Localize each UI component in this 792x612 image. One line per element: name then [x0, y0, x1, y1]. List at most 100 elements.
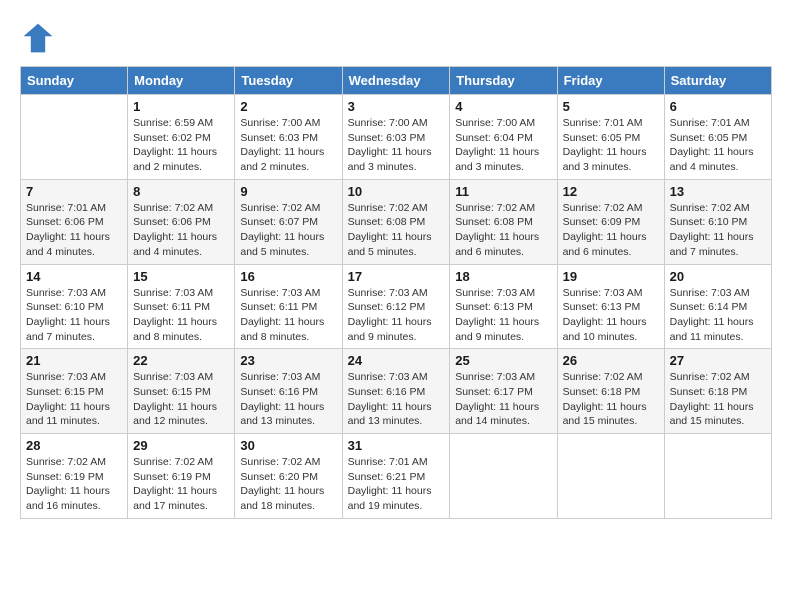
calendar-cell: 17 Sunrise: 7:03 AMSunset: 6:12 PMDaylig… [342, 264, 450, 349]
calendar-cell: 28 Sunrise: 7:02 AMSunset: 6:19 PMDaylig… [21, 434, 128, 519]
logo-icon [20, 20, 56, 56]
day-detail: Sunrise: 7:02 AMSunset: 6:06 PMDaylight:… [133, 201, 229, 260]
day-number: 16 [240, 269, 336, 284]
weekday-header-wednesday: Wednesday [342, 67, 450, 95]
day-number: 6 [670, 99, 766, 114]
calendar-cell: 24 Sunrise: 7:03 AMSunset: 6:16 PMDaylig… [342, 349, 450, 434]
calendar-cell: 12 Sunrise: 7:02 AMSunset: 6:09 PMDaylig… [557, 179, 664, 264]
calendar-cell: 10 Sunrise: 7:02 AMSunset: 6:08 PMDaylig… [342, 179, 450, 264]
day-detail: Sunrise: 7:02 AMSunset: 6:08 PMDaylight:… [348, 201, 445, 260]
calendar-table: SundayMondayTuesdayWednesdayThursdayFrid… [20, 66, 772, 519]
day-detail: Sunrise: 7:03 AMSunset: 6:15 PMDaylight:… [133, 370, 229, 429]
day-number: 8 [133, 184, 229, 199]
day-detail: Sunrise: 7:01 AMSunset: 6:06 PMDaylight:… [26, 201, 122, 260]
calendar-cell: 26 Sunrise: 7:02 AMSunset: 6:18 PMDaylig… [557, 349, 664, 434]
day-number: 19 [563, 269, 659, 284]
page-header [20, 20, 772, 56]
day-detail: Sunrise: 7:00 AMSunset: 6:04 PMDaylight:… [455, 116, 551, 175]
weekday-header-row: SundayMondayTuesdayWednesdayThursdayFrid… [21, 67, 772, 95]
day-detail: Sunrise: 7:02 AMSunset: 6:20 PMDaylight:… [240, 455, 336, 514]
calendar-cell: 9 Sunrise: 7:02 AMSunset: 6:07 PMDayligh… [235, 179, 342, 264]
day-detail: Sunrise: 7:03 AMSunset: 6:16 PMDaylight:… [348, 370, 445, 429]
calendar-cell: 15 Sunrise: 7:03 AMSunset: 6:11 PMDaylig… [128, 264, 235, 349]
calendar-cell: 31 Sunrise: 7:01 AMSunset: 6:21 PMDaylig… [342, 434, 450, 519]
weekday-header-tuesday: Tuesday [235, 67, 342, 95]
day-number: 7 [26, 184, 122, 199]
day-detail: Sunrise: 7:01 AMSunset: 6:05 PMDaylight:… [670, 116, 766, 175]
day-detail: Sunrise: 7:03 AMSunset: 6:13 PMDaylight:… [455, 286, 551, 345]
calendar-cell [557, 434, 664, 519]
day-number: 29 [133, 438, 229, 453]
calendar-cell: 18 Sunrise: 7:03 AMSunset: 6:13 PMDaylig… [450, 264, 557, 349]
day-detail: Sunrise: 7:02 AMSunset: 6:07 PMDaylight:… [240, 201, 336, 260]
day-detail: Sunrise: 7:03 AMSunset: 6:13 PMDaylight:… [563, 286, 659, 345]
week-row-4: 21 Sunrise: 7:03 AMSunset: 6:15 PMDaylig… [21, 349, 772, 434]
week-row-5: 28 Sunrise: 7:02 AMSunset: 6:19 PMDaylig… [21, 434, 772, 519]
day-number: 11 [455, 184, 551, 199]
calendar-cell: 20 Sunrise: 7:03 AMSunset: 6:14 PMDaylig… [664, 264, 771, 349]
calendar-cell: 6 Sunrise: 7:01 AMSunset: 6:05 PMDayligh… [664, 95, 771, 180]
calendar-cell: 11 Sunrise: 7:02 AMSunset: 6:08 PMDaylig… [450, 179, 557, 264]
day-number: 3 [348, 99, 445, 114]
calendar-cell: 7 Sunrise: 7:01 AMSunset: 6:06 PMDayligh… [21, 179, 128, 264]
weekday-header-saturday: Saturday [664, 67, 771, 95]
day-detail: Sunrise: 7:02 AMSunset: 6:08 PMDaylight:… [455, 201, 551, 260]
day-detail: Sunrise: 7:03 AMSunset: 6:12 PMDaylight:… [348, 286, 445, 345]
calendar-cell: 27 Sunrise: 7:02 AMSunset: 6:18 PMDaylig… [664, 349, 771, 434]
day-detail: Sunrise: 7:00 AMSunset: 6:03 PMDaylight:… [348, 116, 445, 175]
day-number: 21 [26, 353, 122, 368]
week-row-3: 14 Sunrise: 7:03 AMSunset: 6:10 PMDaylig… [21, 264, 772, 349]
day-number: 30 [240, 438, 336, 453]
day-number: 2 [240, 99, 336, 114]
weekday-header-thursday: Thursday [450, 67, 557, 95]
logo [20, 20, 60, 56]
calendar-cell: 29 Sunrise: 7:02 AMSunset: 6:19 PMDaylig… [128, 434, 235, 519]
calendar-cell: 1 Sunrise: 6:59 AMSunset: 6:02 PMDayligh… [128, 95, 235, 180]
week-row-1: 1 Sunrise: 6:59 AMSunset: 6:02 PMDayligh… [21, 95, 772, 180]
day-number: 25 [455, 353, 551, 368]
day-detail: Sunrise: 7:02 AMSunset: 6:19 PMDaylight:… [26, 455, 122, 514]
day-number: 28 [26, 438, 122, 453]
day-detail: Sunrise: 7:03 AMSunset: 6:16 PMDaylight:… [240, 370, 336, 429]
calendar-cell: 13 Sunrise: 7:02 AMSunset: 6:10 PMDaylig… [664, 179, 771, 264]
day-detail: Sunrise: 7:02 AMSunset: 6:18 PMDaylight:… [563, 370, 659, 429]
day-number: 20 [670, 269, 766, 284]
day-number: 17 [348, 269, 445, 284]
day-number: 14 [26, 269, 122, 284]
calendar-cell [21, 95, 128, 180]
calendar-cell: 8 Sunrise: 7:02 AMSunset: 6:06 PMDayligh… [128, 179, 235, 264]
calendar-cell: 25 Sunrise: 7:03 AMSunset: 6:17 PMDaylig… [450, 349, 557, 434]
day-detail: Sunrise: 7:02 AMSunset: 6:09 PMDaylight:… [563, 201, 659, 260]
day-number: 5 [563, 99, 659, 114]
day-detail: Sunrise: 7:01 AMSunset: 6:21 PMDaylight:… [348, 455, 445, 514]
day-detail: Sunrise: 7:03 AMSunset: 6:14 PMDaylight:… [670, 286, 766, 345]
calendar-cell: 2 Sunrise: 7:00 AMSunset: 6:03 PMDayligh… [235, 95, 342, 180]
day-number: 4 [455, 99, 551, 114]
calendar-cell: 5 Sunrise: 7:01 AMSunset: 6:05 PMDayligh… [557, 95, 664, 180]
day-detail: Sunrise: 7:03 AMSunset: 6:11 PMDaylight:… [240, 286, 336, 345]
calendar-cell: 14 Sunrise: 7:03 AMSunset: 6:10 PMDaylig… [21, 264, 128, 349]
calendar-cell: 21 Sunrise: 7:03 AMSunset: 6:15 PMDaylig… [21, 349, 128, 434]
day-number: 22 [133, 353, 229, 368]
day-number: 13 [670, 184, 766, 199]
day-number: 27 [670, 353, 766, 368]
weekday-header-friday: Friday [557, 67, 664, 95]
day-number: 23 [240, 353, 336, 368]
calendar-cell: 22 Sunrise: 7:03 AMSunset: 6:15 PMDaylig… [128, 349, 235, 434]
day-detail: Sunrise: 7:03 AMSunset: 6:15 PMDaylight:… [26, 370, 122, 429]
calendar-cell: 23 Sunrise: 7:03 AMSunset: 6:16 PMDaylig… [235, 349, 342, 434]
day-number: 1 [133, 99, 229, 114]
day-detail: Sunrise: 6:59 AMSunset: 6:02 PMDaylight:… [133, 116, 229, 175]
day-detail: Sunrise: 7:02 AMSunset: 6:10 PMDaylight:… [670, 201, 766, 260]
day-detail: Sunrise: 7:00 AMSunset: 6:03 PMDaylight:… [240, 116, 336, 175]
calendar-cell: 19 Sunrise: 7:03 AMSunset: 6:13 PMDaylig… [557, 264, 664, 349]
week-row-2: 7 Sunrise: 7:01 AMSunset: 6:06 PMDayligh… [21, 179, 772, 264]
calendar-cell: 16 Sunrise: 7:03 AMSunset: 6:11 PMDaylig… [235, 264, 342, 349]
day-number: 10 [348, 184, 445, 199]
calendar-cell [450, 434, 557, 519]
weekday-header-sunday: Sunday [21, 67, 128, 95]
day-detail: Sunrise: 7:02 AMSunset: 6:19 PMDaylight:… [133, 455, 229, 514]
calendar-cell: 3 Sunrise: 7:00 AMSunset: 6:03 PMDayligh… [342, 95, 450, 180]
day-detail: Sunrise: 7:01 AMSunset: 6:05 PMDaylight:… [563, 116, 659, 175]
weekday-header-monday: Monday [128, 67, 235, 95]
